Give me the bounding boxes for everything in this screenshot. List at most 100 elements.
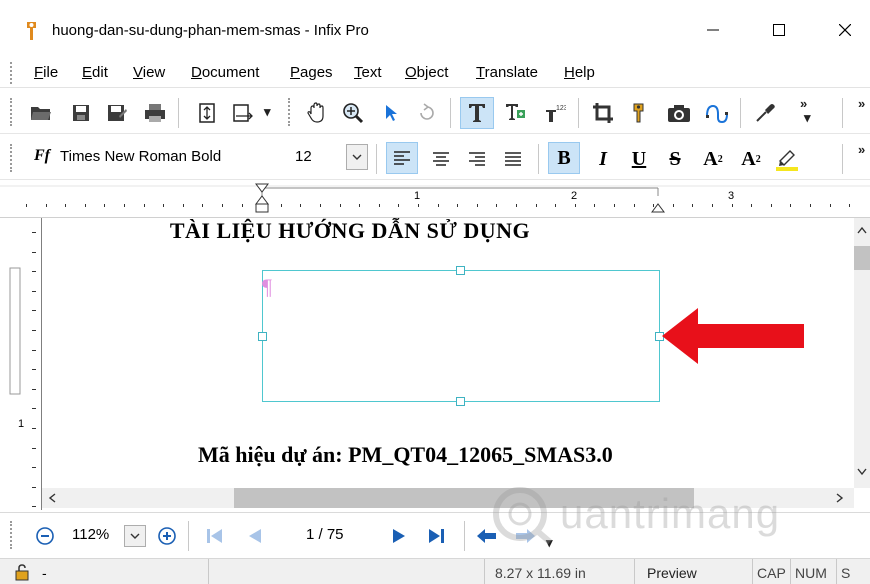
ruler-tick xyxy=(555,204,556,207)
nav-separator-2 xyxy=(464,521,465,551)
align-center-icon[interactable] xyxy=(428,146,454,172)
menu-edit[interactable]: Edit xyxy=(82,64,108,81)
print-icon[interactable] xyxy=(142,100,168,126)
horizontal-scroll-thumb[interactable] xyxy=(234,488,694,508)
ruler-tick xyxy=(26,204,27,207)
window-title: huong-dan-su-dung-phan-mem-smas - Infix … xyxy=(52,22,369,39)
strikethrough-button[interactable]: S xyxy=(662,146,688,172)
menu-pages[interactable]: Pages xyxy=(290,64,333,81)
status-scroll-lock: S xyxy=(836,559,870,584)
crop-icon[interactable] xyxy=(590,100,616,126)
superscript-base: A xyxy=(703,147,718,170)
vertical-ruler-tick xyxy=(32,252,36,253)
italic-button[interactable]: I xyxy=(590,146,616,172)
ruler-tick xyxy=(790,204,791,207)
eyedropper-icon[interactable] xyxy=(752,100,778,126)
lock-icon xyxy=(15,564,29,581)
toolbar-overflow-icon[interactable]: » xyxy=(800,96,807,111)
menu-translate[interactable]: Translate xyxy=(476,64,538,81)
scroll-up-icon[interactable] xyxy=(857,226,867,234)
subscript-button[interactable]: A2 xyxy=(738,146,764,172)
nav-history-dropdown-icon[interactable]: ▾ xyxy=(546,535,553,551)
highlight-icon[interactable] xyxy=(774,146,800,172)
menu-view[interactable]: View xyxy=(133,64,165,81)
align-left-icon[interactable] xyxy=(386,142,418,174)
scroll-down-icon[interactable] xyxy=(857,468,867,476)
document-title[interactable]: TÀI LIỆU HƯỚNG DẪN SỬ DỤNG xyxy=(40,218,660,244)
font-name-field[interactable]: Times New Roman Bold xyxy=(60,148,221,165)
horizontal-scrollbar[interactable] xyxy=(42,488,854,508)
status-left-text: - xyxy=(42,565,47,581)
ruler-tick xyxy=(496,204,497,207)
status-num-lock: NUM xyxy=(790,559,836,584)
project-code-text[interactable]: Mã hiệu dự án: PM_QT04_12065_SMAS3.0 xyxy=(42,442,854,468)
subscript-mark: 2 xyxy=(755,153,761,165)
open-folder-icon[interactable] xyxy=(28,100,54,126)
document-canvas[interactable]: TÀI LIỆU HƯỚNG DẪN SỬ DỤNG ¶ Mã hiệu dự … xyxy=(0,218,854,488)
status-bar: - 8.27 x 11.69 in Preview CAP NUM S xyxy=(0,558,870,584)
menu-document[interactable]: Document xyxy=(191,64,259,81)
minimize-button[interactable] xyxy=(690,10,736,50)
font-size-field[interactable]: 12 xyxy=(295,148,312,165)
vertical-ruler-label: 1 xyxy=(18,418,25,430)
ruler-ticks xyxy=(0,183,870,213)
ruler-tick xyxy=(732,204,733,207)
zoom-level-field[interactable]: 112% xyxy=(72,526,109,543)
superscript-tool-icon[interactable]: 123 xyxy=(542,100,568,126)
page-fit-dropdown-icon[interactable]: ▾ xyxy=(264,104,271,120)
page-size-icon[interactable] xyxy=(194,100,220,126)
zoom-dropdown-button[interactable] xyxy=(124,525,146,547)
toolbar-separator-3 xyxy=(578,98,579,128)
scroll-left-icon[interactable] xyxy=(48,493,56,503)
go-forward-icon[interactable] xyxy=(514,528,536,544)
zoom-icon[interactable] xyxy=(340,100,366,126)
scroll-right-icon[interactable] xyxy=(836,493,844,503)
resize-handle-top[interactable] xyxy=(456,266,465,275)
menu-help[interactable]: Help xyxy=(564,64,595,81)
bold-button[interactable]: B xyxy=(548,142,580,174)
toolbar-overflow-arrow-icon[interactable]: ▾ xyxy=(804,110,811,126)
vertical-scrollbar[interactable] xyxy=(854,218,870,488)
ruler-tick xyxy=(673,204,674,207)
previous-page-icon[interactable] xyxy=(246,528,262,544)
zoom-out-icon[interactable] xyxy=(36,527,54,545)
selected-text-box[interactable] xyxy=(258,266,664,406)
font-size-dropdown-button[interactable] xyxy=(346,144,368,170)
text-edit-icon[interactable] xyxy=(502,100,528,126)
superscript-button[interactable]: A2 xyxy=(700,146,726,172)
rotate-icon[interactable] xyxy=(414,100,440,126)
close-button[interactable] xyxy=(822,10,868,50)
vertical-ruler-tick xyxy=(32,408,36,409)
select-arrow-icon[interactable] xyxy=(378,100,404,126)
ruler-tick xyxy=(692,204,693,207)
page-fit-icon[interactable] xyxy=(230,100,256,126)
save-as-icon[interactable] xyxy=(104,100,130,126)
maximize-button[interactable] xyxy=(756,10,802,50)
zoom-in-icon[interactable] xyxy=(158,527,176,545)
menu-text[interactable]: Text xyxy=(354,64,382,81)
link-icon[interactable] xyxy=(628,100,654,126)
snapshot-icon[interactable] xyxy=(666,100,692,126)
align-justify-icon[interactable] xyxy=(500,146,526,172)
format-overflow-icon[interactable]: » xyxy=(858,142,865,157)
first-page-icon[interactable] xyxy=(206,528,224,544)
underline-button[interactable]: U xyxy=(626,146,652,172)
go-back-icon[interactable] xyxy=(476,528,498,544)
resize-handle-left[interactable] xyxy=(258,332,267,341)
next-page-icon[interactable] xyxy=(392,528,408,544)
menu-object[interactable]: Object xyxy=(405,64,448,81)
ruler-tick xyxy=(751,204,752,207)
page-indicator[interactable]: 1 / 75 xyxy=(306,526,344,543)
path-icon[interactable] xyxy=(704,100,730,126)
toolbar-overflow-right-icon[interactable]: » xyxy=(858,96,865,111)
hand-icon[interactable] xyxy=(304,100,330,126)
menu-file[interactable]: File xyxy=(34,64,58,81)
vertical-scroll-thumb[interactable] xyxy=(854,246,870,270)
resize-handle-bottom[interactable] xyxy=(456,397,465,406)
last-page-icon[interactable] xyxy=(428,528,446,544)
status-page-size: 8.27 x 11.69 in xyxy=(484,559,634,584)
save-icon[interactable] xyxy=(68,100,94,126)
align-right-icon[interactable] xyxy=(464,146,490,172)
nav-grip xyxy=(10,521,14,549)
text-tool-icon[interactable] xyxy=(460,97,494,129)
